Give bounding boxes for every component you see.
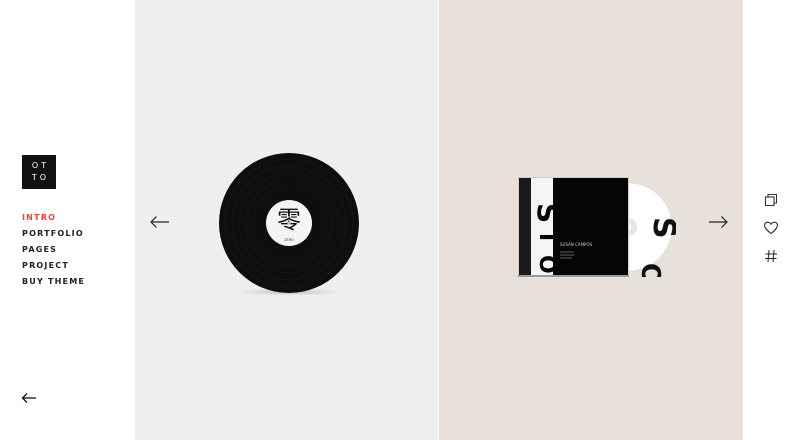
nav-item-pages[interactable]: PAGES [22, 244, 85, 260]
hash-icon[interactable] [763, 248, 779, 264]
prev-slide-button[interactable] [149, 215, 171, 229]
heart-icon[interactable] [763, 220, 779, 236]
cd-cover-title: SUSAN CAMPOS [560, 242, 593, 247]
vinyl-label-glyph: 零 [277, 206, 301, 234]
svg-text:I: I [534, 233, 559, 241]
logo[interactable]: OT TO [22, 155, 56, 189]
cd-case-image[interactable]: S O S I O SUSAN CAMPOS [516, 177, 676, 277]
logo-line-1: OT [31, 161, 50, 170]
svg-text:S: S [646, 217, 676, 239]
svg-text:O: O [635, 263, 665, 277]
sidebar: OT TO INTRO PORTFOLIO PAGES PROJECT BUY … [0, 0, 135, 440]
nav-item-portfolio[interactable]: PORTFOLIO [22, 228, 85, 244]
logo-line-2: TO [31, 173, 50, 182]
nav-item-buy-theme[interactable]: BUY THEME [22, 276, 85, 292]
vinyl-label-sub: ZERO [284, 238, 294, 242]
vinyl-record-image[interactable]: 零 ZERO [218, 153, 360, 295]
svg-text:O: O [534, 255, 559, 274]
back-arrow-icon[interactable] [21, 390, 37, 406]
nav-item-project[interactable]: PROJECT [22, 260, 85, 276]
copy-icon[interactable] [763, 192, 779, 208]
svg-text:S: S [531, 203, 564, 223]
nav-item-intro[interactable]: INTRO [22, 212, 85, 228]
next-slide-button[interactable] [707, 215, 729, 229]
main-nav: INTRO PORTFOLIO PAGES PROJECT BUY THEME [22, 212, 85, 292]
